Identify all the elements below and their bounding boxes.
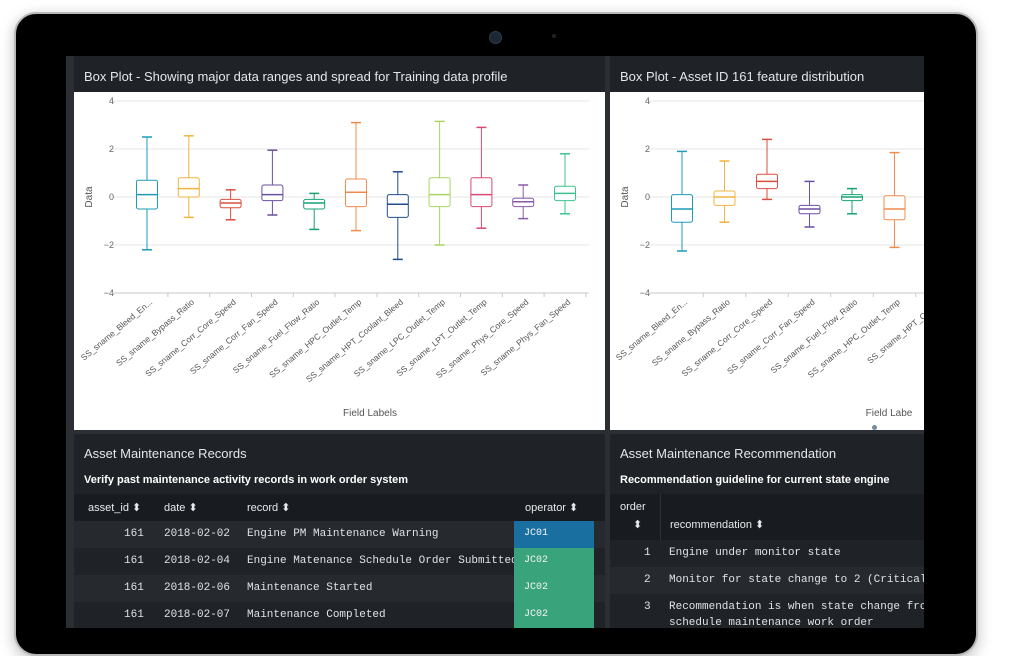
cell-recommendation-line2: schedule maintenance work order (669, 617, 874, 628)
box-iqr (470, 177, 493, 208)
cell-operator: JC02 (514, 548, 594, 575)
column-header-record[interactable]: record ⬍ (247, 501, 290, 514)
y-tick-label: 4 (645, 96, 650, 106)
panel-title: Box Plot - Showing major data ranges and… (84, 69, 508, 84)
x-tick-label: SS_sname_Bypass_Ratio (114, 297, 196, 368)
training-boxplot-chart: 4 2 0 −2 −4 Data SS_sname_Bleed_En... SS_sname_… (74, 92, 605, 430)
cell-record: Maintenance Started (247, 582, 373, 594)
asset-boxplot-panel: Box Plot - Asset ID 161 feature distribu… (610, 56, 924, 430)
table-row[interactable]: 161 2018-02-07 Maintenance Completed JC0… (74, 602, 605, 628)
table-row[interactable]: 2 Monitor for state change to 2 (Critica… (610, 567, 924, 594)
camera-icon (489, 31, 502, 44)
box-iqr (177, 177, 200, 198)
cell-date: 2018-02-04 (164, 555, 231, 567)
box-iqr (261, 184, 284, 202)
table-header: order ⬍ recommendation ⬍ (610, 494, 924, 540)
panel-title: Asset Maintenance Recommendation (620, 446, 837, 461)
panel-subtitle: Recommendation guideline for current sta… (620, 474, 890, 486)
cell-date: 2018-02-06 (164, 582, 231, 594)
cell-asset-id: 161 (124, 582, 144, 594)
y-tick-label: 0 (109, 192, 114, 202)
cell-date: 2018-02-02 (164, 528, 231, 540)
y-tick-label: 4 (109, 96, 114, 106)
x-tick-label: SS_sname_Bypass_Ratio (650, 297, 732, 368)
column-header-order-sort[interactable]: ⬍ (633, 518, 642, 531)
x-axis-label: Field Labels (343, 408, 397, 419)
column-header-operator[interactable]: operator ⬍ (525, 501, 578, 514)
y-tick-label: 0 (645, 192, 650, 202)
column-divider (660, 494, 661, 540)
table-header: asset_id ⬍ date ⬍ record ⬍ operator ⬍ (74, 494, 605, 521)
training-boxplot-svg: 420−2−4DataSS_sname_Bleed_En...SS_sname_… (79, 96, 589, 419)
operator-value: JC02 (524, 555, 549, 566)
table-row[interactable]: 1 Engine under monitor state (610, 540, 924, 567)
cell-operator: JC01 (514, 521, 594, 548)
column-header-recommendation[interactable]: recommendation ⬍ (670, 518, 764, 531)
cell-recommendation: Recommendation is when state change from (669, 601, 924, 613)
panel-subtitle: Verify past maintenance activity records… (84, 474, 409, 486)
asset-boxplot-chart: 4 2 0 −2 −4 Data SS_sname_Bleed_En... SS_sname_… (610, 92, 924, 430)
x-tick-label: SS_sname_Corr_Fan_Speed (725, 297, 817, 377)
dashboard-screen: Box Plot - Showing major data ranges and… (66, 56, 924, 628)
page-indicator-dot[interactable] (872, 425, 877, 430)
y-tick-label: 2 (645, 144, 650, 154)
panel-title: Box Plot - Asset ID 161 feature distribu… (620, 69, 865, 84)
table-row[interactable]: 161 2018-02-06 Maintenance Started JC02 (74, 575, 605, 602)
cell-record: Engine PM Maintenance Warning (247, 528, 439, 540)
table-row[interactable]: 161 2018-02-04 Engine Matenance Schedule… (74, 548, 605, 575)
cell-operator: JC02 (514, 602, 594, 628)
table-row[interactable]: 161 2018-02-02 Engine PM Maintenance War… (74, 521, 605, 548)
cell-asset-id: 161 (124, 555, 144, 567)
box-iqr (386, 194, 409, 218)
box-iqr (883, 195, 906, 221)
cell-order: 2 (644, 574, 651, 586)
box-iqr (713, 190, 736, 206)
y-axis-label: Data (620, 186, 631, 208)
table-row[interactable]: 3 Recommendation is when state change fr… (610, 594, 924, 628)
box-iqr (303, 198, 326, 210)
cell-recommendation: Monitor for state change to 2 (Critical) (669, 574, 924, 586)
column-header-order[interactable]: order (620, 501, 646, 513)
cell-asset-id: 161 (124, 609, 144, 621)
column-header-asset-id[interactable]: asset_id ⬍ (88, 501, 141, 514)
y-tick-label: −2 (640, 240, 650, 250)
maintenance-records-panel: Asset Maintenance Records Verify past ma… (74, 434, 605, 628)
sensor-dot (552, 34, 556, 38)
cell-asset-id: 161 (124, 528, 144, 540)
x-tick-label: SS_sname_Bleed_En... (79, 297, 155, 363)
operator-value: JC02 (524, 582, 549, 593)
cell-record: Maintenance Completed (247, 609, 386, 621)
x-axis-label: Field Labe (866, 408, 913, 419)
operator-value: JC02 (524, 609, 549, 620)
y-tick-label: 2 (109, 144, 114, 154)
cell-recommendation: Engine under monitor state (669, 547, 841, 559)
box-iqr (428, 177, 451, 208)
cell-date: 2018-02-07 (164, 609, 231, 621)
x-tick-label: SS_sname_Fuel_Flow_Ratio (769, 297, 860, 376)
cell-order: 1 (644, 547, 651, 559)
y-axis-label: Data (84, 186, 95, 208)
cell-operator: JC02 (514, 575, 594, 602)
x-tick-label: SS_sname_Bleed_En... (614, 297, 690, 363)
y-tick-label: −2 (104, 240, 114, 250)
training-boxplot-panel: Box Plot - Showing major data ranges and… (74, 56, 605, 430)
panel-title: Asset Maintenance Records (84, 446, 247, 461)
maintenance-recommendation-panel: Asset Maintenance Recommendation Recomme… (610, 434, 924, 628)
x-tick-label: SS_sname_Phys_Fan_Speed (479, 297, 573, 378)
cell-order: 3 (644, 601, 651, 613)
column-header-date[interactable]: date ⬍ (164, 501, 198, 514)
operator-value: JC01 (524, 528, 549, 539)
cell-record: Engine Matenance Schedule Order Submitte… (247, 555, 518, 567)
asset-boxplot-svg: 420−2−4DataSS_sname_Bleed_En...SS_sname_… (614, 96, 924, 419)
